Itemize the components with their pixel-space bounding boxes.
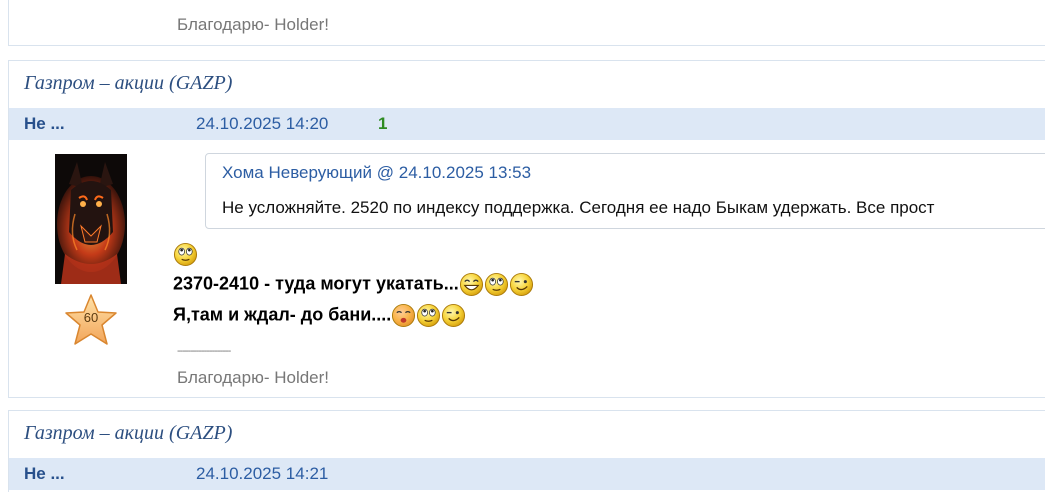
- quote-author-link[interactable]: Хома Неверующий: [222, 163, 372, 182]
- quote-datetime-link[interactable]: 24.10.2025 13:53: [399, 163, 531, 182]
- quoted-message: Хома Неверующий @ 24.10.2025 13:53 Не ус…: [205, 153, 1045, 229]
- post-author[interactable]: Не ...: [24, 114, 65, 134]
- previous-post: -------------------- Благодарю- Holder!: [8, 0, 1045, 46]
- laughing-smiley-icon: [459, 272, 483, 297]
- blush-smiley-icon: [392, 303, 416, 328]
- post-datetime[interactable]: 24.10.2025 14:20: [196, 114, 328, 134]
- post-meta-bar: Не ... 24.10.2025 14:20 1: [9, 108, 1045, 140]
- post-text-line: Я,там и ждал- до бани....: [173, 303, 466, 328]
- smiley-icon: [173, 242, 198, 267]
- user-avatar[interactable]: [55, 154, 127, 284]
- quote-header: Хома Неверующий @ 24.10.2025 13:53: [222, 163, 531, 183]
- post-author[interactable]: Не ...: [24, 464, 65, 484]
- wink-smiley-icon: [509, 272, 533, 297]
- post-text-line: 2370-2410 - туда могут укатать...: [173, 272, 534, 297]
- wink-smiley-icon: [442, 303, 466, 328]
- post-meta-bar: Не ... 24.10.2025 14:21: [9, 458, 1045, 490]
- forum-post: Газпром – акции (GAZP) Не ... 24.10.2025…: [8, 60, 1045, 398]
- signature: Благодарю- Holder!: [177, 15, 330, 34]
- quote-text: Не усложняйте. 2520 по индексу поддержка…: [222, 198, 935, 217]
- post-score: 1: [378, 114, 388, 133]
- post-text: Я,там и ждал- до бани....: [173, 304, 392, 325]
- rolling-eyes-smiley-icon: [484, 272, 508, 297]
- signature: Благодарю- Holder!: [177, 368, 330, 387]
- topic-link[interactable]: Газпром – акции (GAZP): [24, 72, 232, 95]
- user-rank-badge: 60: [63, 293, 119, 347]
- signature-separator: --------------------: [177, 0, 231, 4]
- signature-separator: --------------------: [177, 345, 231, 357]
- next-post: Газпром – акции (GAZP) Не ... 24.10.2025…: [8, 410, 1045, 492]
- post-datetime[interactable]: 24.10.2025 14:21: [196, 464, 328, 484]
- dog-avatar-icon: [55, 154, 127, 284]
- user-rank-value: 60: [83, 310, 99, 325]
- post-text: 2370-2410 - туда могут укатать...: [173, 273, 459, 294]
- quote-at-sign: @: [376, 163, 394, 182]
- rolling-eyes-smiley-icon: [417, 303, 441, 328]
- topic-link[interactable]: Газпром – акции (GAZP): [24, 422, 232, 445]
